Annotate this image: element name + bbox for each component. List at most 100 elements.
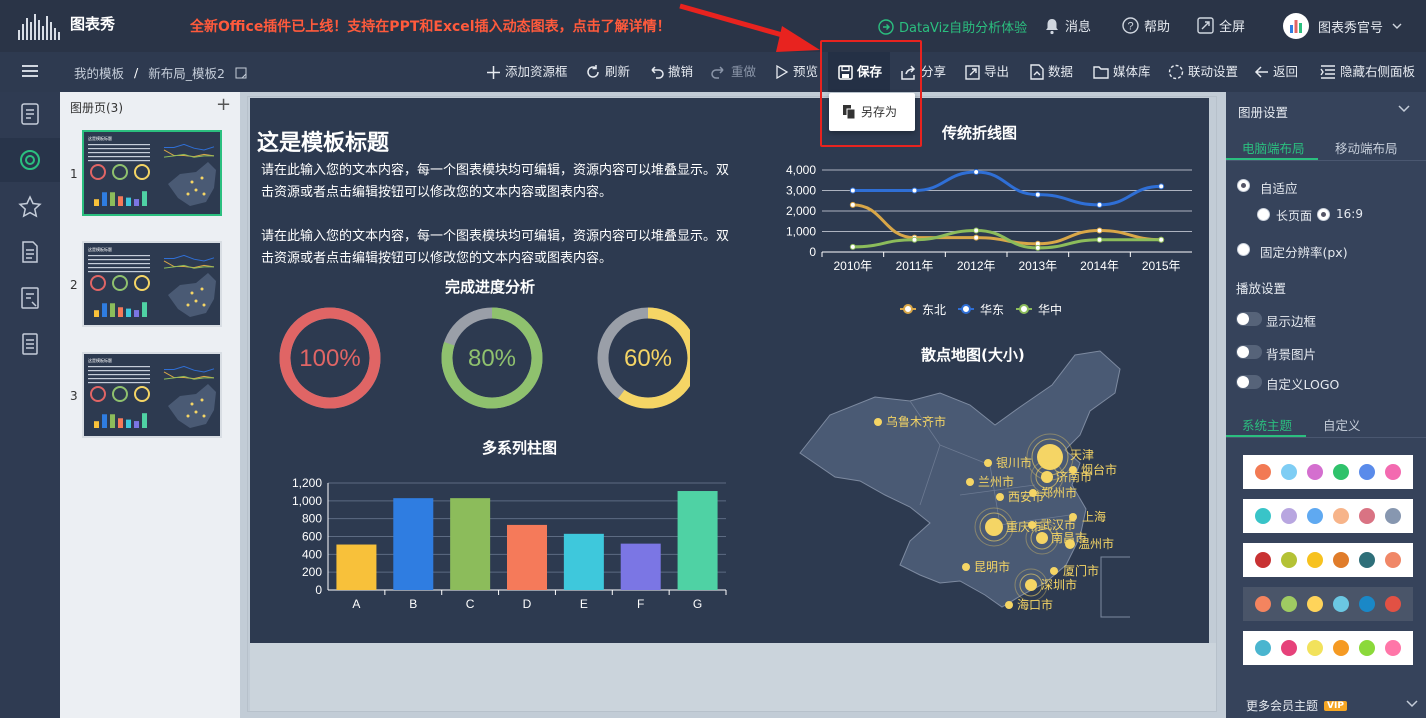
add-page-button[interactable]: +	[216, 94, 231, 115]
color-swatch	[1307, 508, 1323, 524]
target-icon[interactable]	[18, 148, 42, 172]
messages-button[interactable]: 消息	[1044, 16, 1091, 35]
city-label: 西安市	[1008, 489, 1044, 504]
fullscreen-button[interactable]: 全屏	[1197, 16, 1245, 35]
theme-swatch-row[interactable]	[1243, 455, 1413, 489]
color-swatch	[1359, 596, 1375, 612]
export-button[interactable]: 导出	[965, 62, 1009, 82]
theme-swatch-row[interactable]	[1243, 543, 1413, 577]
template-title[interactable]: 这是模板标题	[257, 125, 389, 157]
city-point	[966, 478, 974, 486]
edit-icon[interactable]	[235, 67, 247, 79]
city-point	[1005, 601, 1013, 609]
progress-title: 完成进度分析	[445, 278, 536, 296]
thumb-donut	[90, 275, 106, 291]
y-tick-label: 600	[302, 530, 322, 544]
thumb-text-line	[88, 152, 150, 154]
thumb-text-line	[88, 255, 150, 257]
color-swatch	[1333, 596, 1349, 612]
bar-chart[interactable]: 0 200 400 600 800 1,000 1,200 A B C D E F G	[278, 470, 738, 615]
progress-donuts[interactable]: 100% 80% 60%	[270, 295, 690, 420]
document-icon[interactable]	[18, 240, 42, 264]
thumb-map-point	[186, 414, 190, 418]
tab-system-underline	[1226, 435, 1306, 437]
color-swatch	[1255, 596, 1271, 612]
fixed-resolution-radio[interactable]	[1237, 243, 1250, 256]
media-button[interactable]: 媒体库	[1093, 62, 1151, 82]
thumb-text-line	[88, 374, 150, 376]
report-icon[interactable]	[18, 286, 42, 310]
data-icon	[1030, 64, 1044, 80]
page-number: 1	[70, 167, 78, 181]
thumb-bar	[126, 419, 131, 428]
page-icon[interactable]	[18, 102, 42, 126]
series-line	[852, 170, 1162, 207]
text-block[interactable]: 请在此输入您的文本内容，每一个图表模块均可编辑，资源内容可以堆叠显示。双击资源或…	[261, 226, 731, 270]
settings-header: 图册设置	[1238, 105, 1289, 120]
bar	[336, 544, 377, 590]
scatter-map[interactable]: 乌鲁木齐市银川市兰州市西安市天津烟台市济南市郑州市上海重庆市武汉市南昌市温州市昆…	[790, 345, 1130, 625]
show-border-toggle[interactable]	[1236, 312, 1262, 326]
tab-system-theme[interactable]: 系统主题	[1242, 415, 1292, 434]
long-page-radio[interactable]	[1257, 208, 1270, 221]
color-swatch	[1359, 464, 1375, 480]
thumb-text-line	[88, 271, 150, 273]
legend-marker	[961, 304, 971, 314]
back-button[interactable]: 返回	[1254, 62, 1298, 82]
line-chart[interactable]: 0 1,000 2,000 3,000 4,000 2010年 2011年 2012年 2013…	[775, 158, 1200, 323]
custom-logo-toggle[interactable]	[1236, 375, 1262, 389]
tab-custom-theme[interactable]: 自定义	[1323, 415, 1361, 434]
thumb-title: 这是模板标题	[88, 357, 112, 363]
ratio-radio[interactable]	[1317, 208, 1330, 221]
page-thumbnail[interactable]: 这是模板标题	[82, 241, 222, 327]
chevron-down-icon[interactable]	[1398, 105, 1410, 113]
x-tick-label: 2010年	[833, 259, 872, 273]
star-icon[interactable]	[18, 195, 42, 219]
undo-label: 撤销	[668, 64, 694, 79]
text-block[interactable]: 请在此输入您的文本内容，每一个图表模块均可编辑，资源内容可以堆叠显示。双击资源或…	[261, 160, 731, 204]
tab-pc-layout[interactable]: 电脑端布局	[1242, 138, 1305, 157]
link-settings-button[interactable]: 联动设置	[1168, 62, 1238, 82]
color-swatch	[1255, 464, 1271, 480]
color-swatch	[1333, 640, 1349, 656]
notes-icon[interactable]	[18, 332, 42, 356]
bar	[393, 498, 434, 590]
theme-swatch-row[interactable]	[1243, 631, 1413, 665]
thumb-bar	[102, 414, 107, 428]
city-point	[996, 493, 1004, 501]
city-label: 海口市	[1017, 597, 1053, 612]
chevron-down-icon[interactable]	[1406, 700, 1418, 708]
undo-button[interactable]: 撤销	[648, 62, 693, 82]
preview-button[interactable]: 预览	[775, 62, 818, 82]
bg-image-toggle[interactable]	[1236, 345, 1262, 359]
bar-chart-title: 多系列柱图	[482, 439, 558, 457]
data-button[interactable]: 数据	[1030, 62, 1073, 82]
add-resource-button[interactable]: 添加资源框	[486, 62, 568, 82]
thumb-donut	[134, 275, 150, 291]
breadcrumb: 我的模板 / 新布局_模板2	[74, 63, 247, 82]
menu-icon[interactable]	[22, 64, 38, 78]
series-point	[973, 234, 980, 241]
promo-banner[interactable]: 全新Office插件已上线！支持在PPT和Excel插入动态图表，点击了解详情！	[190, 16, 671, 36]
theme-swatch-row[interactable]	[1243, 587, 1413, 621]
adaptive-radio[interactable]	[1237, 179, 1250, 192]
export-label: 导出	[984, 64, 1010, 79]
refresh-button[interactable]: 刷新	[585, 62, 630, 82]
user-menu[interactable]: 图表秀官号	[1283, 13, 1402, 39]
thumb-bar	[94, 421, 99, 428]
theme-swatch-row[interactable]	[1243, 499, 1413, 533]
more-themes[interactable]: 更多会员主题 VIP	[1246, 697, 1347, 714]
breadcrumb-root[interactable]: 我的模板	[74, 63, 124, 82]
thumb-bar	[110, 414, 115, 428]
page-thumbnail[interactable]: 这是模板标题	[82, 352, 222, 438]
help-button[interactable]: ? 帮助	[1122, 16, 1170, 35]
hide-panel-button[interactable]: 隐藏右侧面板	[1320, 62, 1415, 82]
logo[interactable]: 图表秀	[18, 10, 130, 40]
x-tick-label: G	[693, 597, 702, 611]
page-thumbnail[interactable]: 这是模板标题	[82, 130, 222, 216]
city-point	[1041, 471, 1053, 483]
redo-button[interactable]: 重做	[711, 62, 756, 82]
logo-bars-icon	[18, 14, 60, 40]
tab-mobile-layout[interactable]: 移动端布局	[1335, 138, 1398, 157]
dataviz-link[interactable]: DataViz自助分析体验	[878, 17, 1027, 36]
